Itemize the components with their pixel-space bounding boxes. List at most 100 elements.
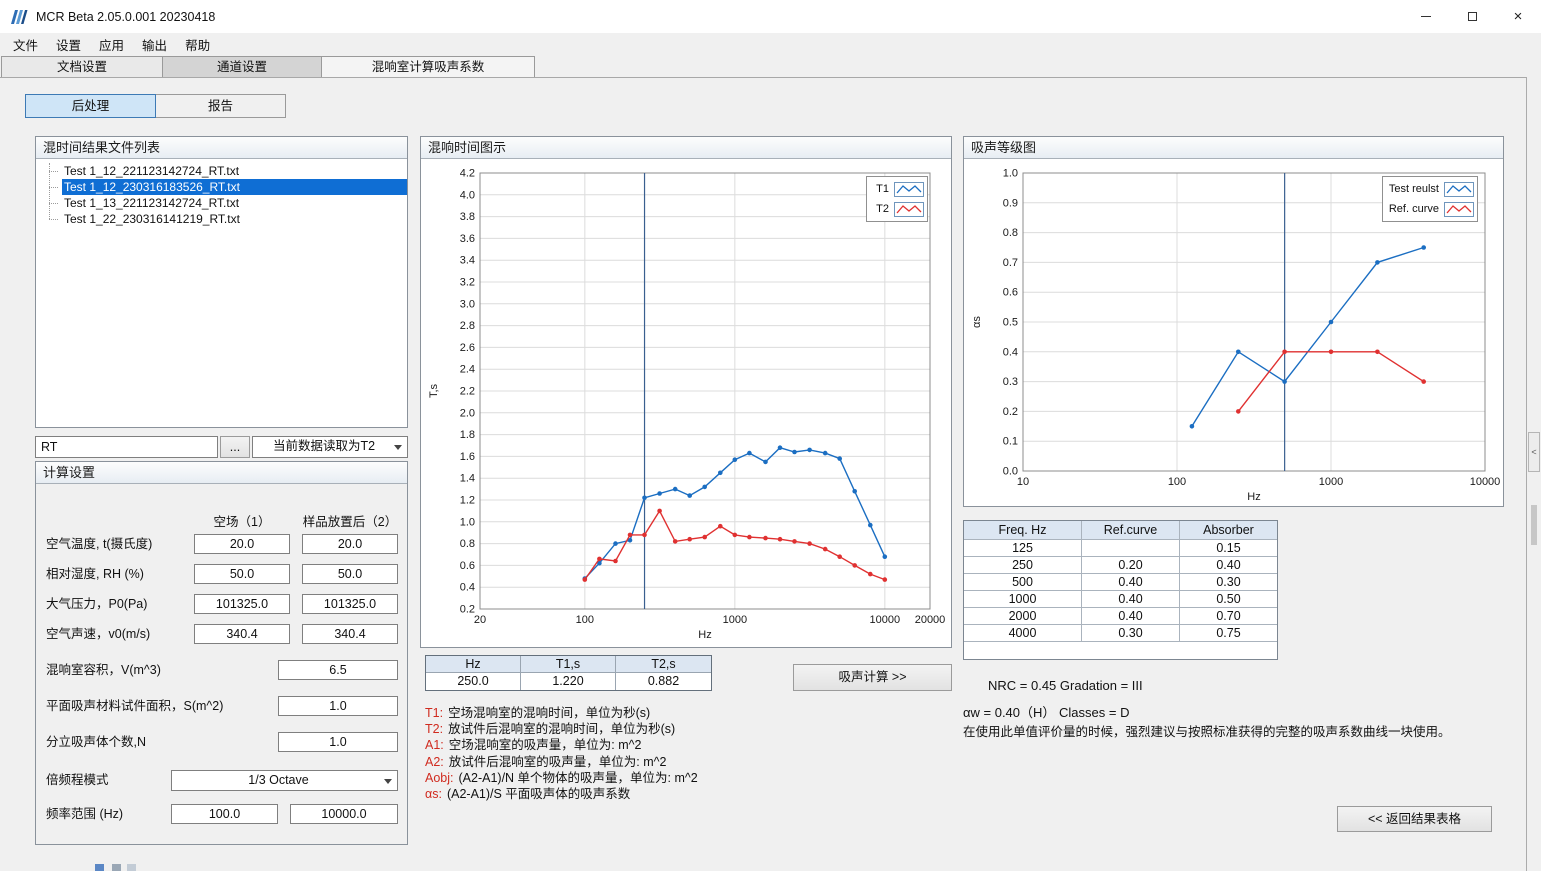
setting-row: 分立吸声体个数,N1.0	[36, 732, 407, 753]
file-name: Test 1_12_230316183526_RT.txt	[62, 179, 407, 195]
setting-input-with-sample[interactable]: 101325.0	[302, 594, 398, 614]
svg-text:0.0: 0.0	[1003, 466, 1018, 478]
maximize-icon	[1468, 12, 1477, 21]
chevron-down-icon	[394, 445, 402, 454]
rt-result-table: HzT1,sT2,s250.01.2200.882	[425, 655, 712, 691]
table-cell: 0.30	[1180, 574, 1277, 591]
browse-button[interactable]: ...	[220, 436, 250, 458]
toolbar-fragment	[112, 864, 121, 871]
setting-label: 相对湿度, RH (%)	[46, 564, 144, 584]
svg-text:100: 100	[576, 614, 594, 626]
toolbar-fragment	[127, 864, 136, 871]
setting-label: 混响室容积，V(m^3)	[46, 660, 161, 680]
note-key: αs:	[425, 787, 442, 801]
setting-input-with-sample[interactable]: 50.0	[302, 564, 398, 584]
absorption-calc-button[interactable]: 吸声计算 >>	[793, 664, 952, 691]
svg-text:0.3: 0.3	[1003, 376, 1018, 388]
series-line-icon	[894, 202, 924, 217]
svg-text:0.8: 0.8	[460, 538, 475, 550]
column-header: Hz	[426, 656, 521, 673]
svg-text:10000: 10000	[1470, 476, 1501, 488]
table-cell: 4000	[964, 625, 1082, 642]
setting-input-empty-room[interactable]: 20.0	[194, 534, 290, 554]
absorption-chart-legend: Test reulstRef. curve	[1382, 176, 1478, 222]
file-list-item[interactable]: Test 1_12_230316183526_RT.txt	[36, 179, 407, 195]
rt-chart[interactable]: 0.20.40.60.81.01.21.41.61.82.02.22.42.62…	[421, 159, 951, 647]
legend-item: T2	[870, 199, 924, 219]
table-cell: 2000	[964, 608, 1082, 625]
table-cell	[1082, 540, 1180, 557]
freq-max-input[interactable]: 10000.0	[290, 804, 398, 824]
rt-chart-panel: 混响时间图示 0.20.40.60.81.01.21.41.61.82.02.2…	[420, 136, 952, 648]
main-tab-2[interactable]: 混响室计算吸声系数	[321, 56, 535, 78]
file-name: Test 1_22_230316141219_RT.txt	[62, 211, 407, 227]
svg-text:αs: αs	[971, 316, 983, 328]
chart-note: Aobj:(A2-A1)/N 单个物体的吸声量，单位为: m^2	[425, 767, 698, 783]
aw-result-text: αw = 0.40（H） Classes = D	[963, 702, 1129, 721]
column-header: Ref.curve	[1082, 521, 1180, 540]
table-cell: 0.50	[1180, 591, 1277, 608]
svg-text:0.6: 0.6	[460, 560, 475, 572]
file-list-item[interactable]: Test 1_13_221123142724_RT.txt	[36, 195, 407, 211]
menu-item[interactable]: 输出	[133, 32, 176, 57]
rt-name-input[interactable]: RT	[35, 436, 218, 458]
svg-text:0.4: 0.4	[460, 582, 475, 594]
menu-item[interactable]: 文件	[4, 32, 47, 57]
series-line-icon	[1444, 202, 1474, 217]
app-logo-icon	[10, 8, 28, 26]
freq-range-row: 频率范围 (Hz) 100.0 10000.0	[36, 804, 407, 825]
svg-text:3.4: 3.4	[460, 255, 475, 267]
table-cell: 0.40	[1082, 608, 1180, 625]
setting-input[interactable]: 6.5	[278, 660, 398, 680]
table-cell: 0.75	[1180, 625, 1277, 642]
svg-text:Hz: Hz	[1247, 491, 1260, 503]
absorption-chart-area: 0.00.10.20.30.40.50.60.70.80.91.01010010…	[964, 159, 1503, 506]
setting-input-with-sample[interactable]: 340.4	[302, 624, 398, 644]
setting-label: 空气声速，v0(m/s)	[46, 624, 150, 644]
main-tab-0[interactable]: 文档设置	[1, 56, 163, 77]
file-list-item[interactable]: Test 1_22_230316141219_RT.txt	[36, 211, 407, 227]
series-line-icon	[894, 182, 924, 197]
close-button[interactable]: ×	[1495, 0, 1541, 33]
rt-chart-legend: T1T2	[866, 176, 928, 222]
collapse-panel-button[interactable]: <	[1528, 432, 1540, 472]
note-text: (A2-A1)/S 平面吸声体的吸声系数	[447, 787, 630, 801]
scrollbar-thumb[interactable]	[1531, 505, 1537, 545]
setting-input[interactable]: 1.0	[278, 696, 398, 716]
menu-item[interactable]: 设置	[47, 32, 90, 57]
file-list-item[interactable]: Test 1_12_221123142724_RT.txt	[36, 163, 407, 179]
setting-input-with-sample[interactable]: 20.0	[302, 534, 398, 554]
svg-text:0.9: 0.9	[1003, 197, 1018, 209]
setting-row: 混响室容积，V(m^3) 6.5	[36, 660, 407, 681]
menu-item[interactable]: 帮助	[176, 32, 219, 57]
svg-text:1.0: 1.0	[1003, 168, 1018, 180]
setting-input[interactable]: 1.0	[278, 732, 398, 752]
setting-input-empty-room[interactable]: 50.0	[194, 564, 290, 584]
setting-input-empty-room[interactable]: 101325.0	[194, 594, 290, 614]
menu-bar: 文件设置应用输出帮助	[0, 33, 1541, 56]
table-cell: 0.15	[1180, 540, 1277, 557]
result-cell: 0.882	[616, 673, 711, 690]
rt-chart-title: 混响时间图示	[421, 137, 951, 159]
setting-input-empty-room[interactable]: 340.4	[194, 624, 290, 644]
svg-text:0.2: 0.2	[460, 604, 475, 616]
return-results-button[interactable]: << 返回结果表格	[1337, 806, 1492, 832]
main-tab-1[interactable]: 通道设置	[162, 56, 322, 77]
data-target-combobox[interactable]: 当前数据读取为T2	[252, 436, 408, 458]
svg-text:0.1: 0.1	[1003, 436, 1018, 448]
setting-label: 频率范围 (Hz)	[46, 804, 123, 824]
legend-item: Ref. curve	[1386, 199, 1474, 219]
maximize-button[interactable]	[1449, 0, 1495, 33]
sub-tab-1[interactable]: 报告	[155, 94, 286, 118]
svg-text:4.2: 4.2	[460, 168, 475, 180]
freq-min-input[interactable]: 100.0	[171, 804, 278, 824]
rt-name-bar: RT ... 当前数据读取为T2	[35, 436, 408, 458]
sub-tab-0[interactable]: 后处理	[25, 94, 156, 118]
minimize-button[interactable]	[1403, 0, 1449, 33]
setting-label: 大气压力，P0(Pa)	[46, 594, 147, 614]
menu-item[interactable]: 应用	[90, 32, 133, 57]
octave-mode-combobox[interactable]: 1/3 Octave	[171, 770, 398, 791]
table-cell: 250	[964, 557, 1082, 574]
column-header: Absorber	[1180, 521, 1277, 540]
table-cell: 0.20	[1082, 557, 1180, 574]
